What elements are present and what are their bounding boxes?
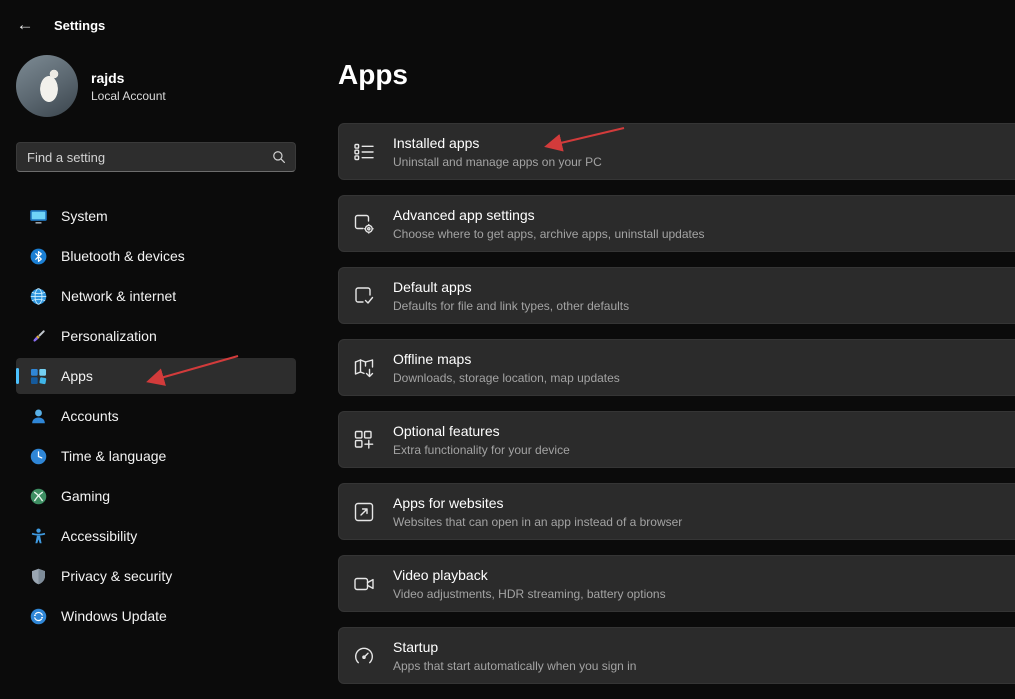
sidebar-item-apps[interactable]: Apps (16, 358, 296, 394)
sidebar-item-label: Time & language (61, 448, 166, 464)
windows-update-icon (29, 607, 48, 626)
settings-row-installed-apps[interactable]: Installed apps Uninstall and manage apps… (338, 123, 1015, 180)
default-apps-icon (351, 283, 377, 309)
bluetooth-icon (29, 247, 48, 266)
row-title: Optional features (393, 423, 570, 439)
row-subtitle: Apps that start automatically when you s… (393, 659, 636, 673)
settings-row-video-playback[interactable]: Video playback Video adjustments, HDR st… (338, 555, 1015, 612)
sidebar-item-bluetooth-devices[interactable]: Bluetooth & devices (16, 238, 296, 274)
sidebar-item-system[interactable]: System (16, 198, 296, 234)
search-box (16, 142, 296, 172)
main-content: Apps Installed apps Uninstall and manage… (338, 58, 1015, 699)
avatar (16, 55, 78, 117)
sidebar-item-label: Apps (61, 368, 93, 384)
row-title: Apps for websites (393, 495, 682, 511)
settings-row-offline-maps[interactable]: Offline maps Downloads, storage location… (338, 339, 1015, 396)
user-name: rajds (91, 70, 166, 86)
row-subtitle: Websites that can open in an app instead… (393, 515, 682, 529)
sidebar-item-accounts[interactable]: Accounts (16, 398, 296, 434)
sidebar-item-label: Gaming (61, 488, 110, 504)
apps-icon (29, 367, 48, 386)
settings-row-default-apps[interactable]: Default apps Defaults for file and link … (338, 267, 1015, 324)
row-title: Video playback (393, 567, 666, 583)
accessibility-icon (29, 527, 48, 546)
sidebar-item-label: Network & internet (61, 288, 176, 304)
row-title: Default apps (393, 279, 629, 295)
row-title: Startup (393, 639, 636, 655)
settings-row-startup[interactable]: Startup Apps that start automatically wh… (338, 627, 1015, 684)
settings-row-apps-for-websites[interactable]: Apps for websites Websites that can open… (338, 483, 1015, 540)
sidebar-item-privacy-security[interactable]: Privacy & security (16, 558, 296, 594)
sidebar-item-time-language[interactable]: Time & language (16, 438, 296, 474)
sidebar-nav: System Bluetooth & devices (16, 198, 296, 634)
settings-row-optional-features[interactable]: Optional features Extra functionality fo… (338, 411, 1015, 468)
optional-features-icon (351, 427, 377, 453)
sidebar-item-label: Accounts (61, 408, 119, 424)
row-title: Advanced app settings (393, 207, 705, 223)
accounts-icon (29, 407, 48, 426)
offline-maps-icon (351, 355, 377, 381)
sidebar-item-label: Bluetooth & devices (61, 248, 185, 264)
row-title: Offline maps (393, 351, 620, 367)
system-icon (29, 207, 48, 226)
sidebar-item-network-internet[interactable]: Network & internet (16, 278, 296, 314)
user-account-type: Local Account (91, 89, 166, 103)
sidebar-item-windows-update[interactable]: Windows Update (16, 598, 296, 634)
row-subtitle: Defaults for file and link types, other … (393, 299, 629, 313)
network-icon (29, 287, 48, 306)
video-playback-icon (351, 571, 377, 597)
sidebar-item-gaming[interactable]: Gaming (16, 478, 296, 514)
sidebar-item-label: System (61, 208, 108, 224)
window-header: ← Settings (14, 14, 105, 36)
sidebar-item-accessibility[interactable]: Accessibility (16, 518, 296, 554)
sidebar-item-label: Accessibility (61, 528, 137, 544)
row-subtitle: Choose where to get apps, archive apps, … (393, 227, 705, 241)
window-title: Settings (54, 18, 105, 33)
gaming-icon (29, 487, 48, 506)
row-subtitle: Downloads, storage location, map updates (393, 371, 620, 385)
installed-apps-icon (351, 139, 377, 165)
sidebar-item-label: Windows Update (61, 608, 167, 624)
startup-icon (351, 643, 377, 669)
back-icon[interactable]: ← (14, 14, 36, 36)
privacy-security-icon (29, 567, 48, 586)
row-subtitle: Uninstall and manage apps on your PC (393, 155, 602, 169)
sidebar: rajds Local Account System (16, 54, 296, 638)
row-subtitle: Extra functionality for your device (393, 443, 570, 457)
settings-row-advanced-app-settings[interactable]: Advanced app settings Choose where to ge… (338, 195, 1015, 252)
row-subtitle: Video adjustments, HDR streaming, batter… (393, 587, 666, 601)
sidebar-item-label: Personalization (61, 328, 157, 344)
search-icon (270, 148, 288, 166)
advanced-app-settings-icon (351, 211, 377, 237)
user-account-card[interactable]: rajds Local Account (16, 54, 296, 118)
sidebar-item-label: Privacy & security (61, 568, 172, 584)
row-title: Installed apps (393, 135, 602, 151)
page-title: Apps (338, 58, 1015, 92)
sidebar-item-personalization[interactable]: Personalization (16, 318, 296, 354)
apps-for-websites-icon (351, 499, 377, 525)
personalization-icon (29, 327, 48, 346)
time-language-icon (29, 447, 48, 466)
search-input[interactable] (16, 142, 296, 172)
